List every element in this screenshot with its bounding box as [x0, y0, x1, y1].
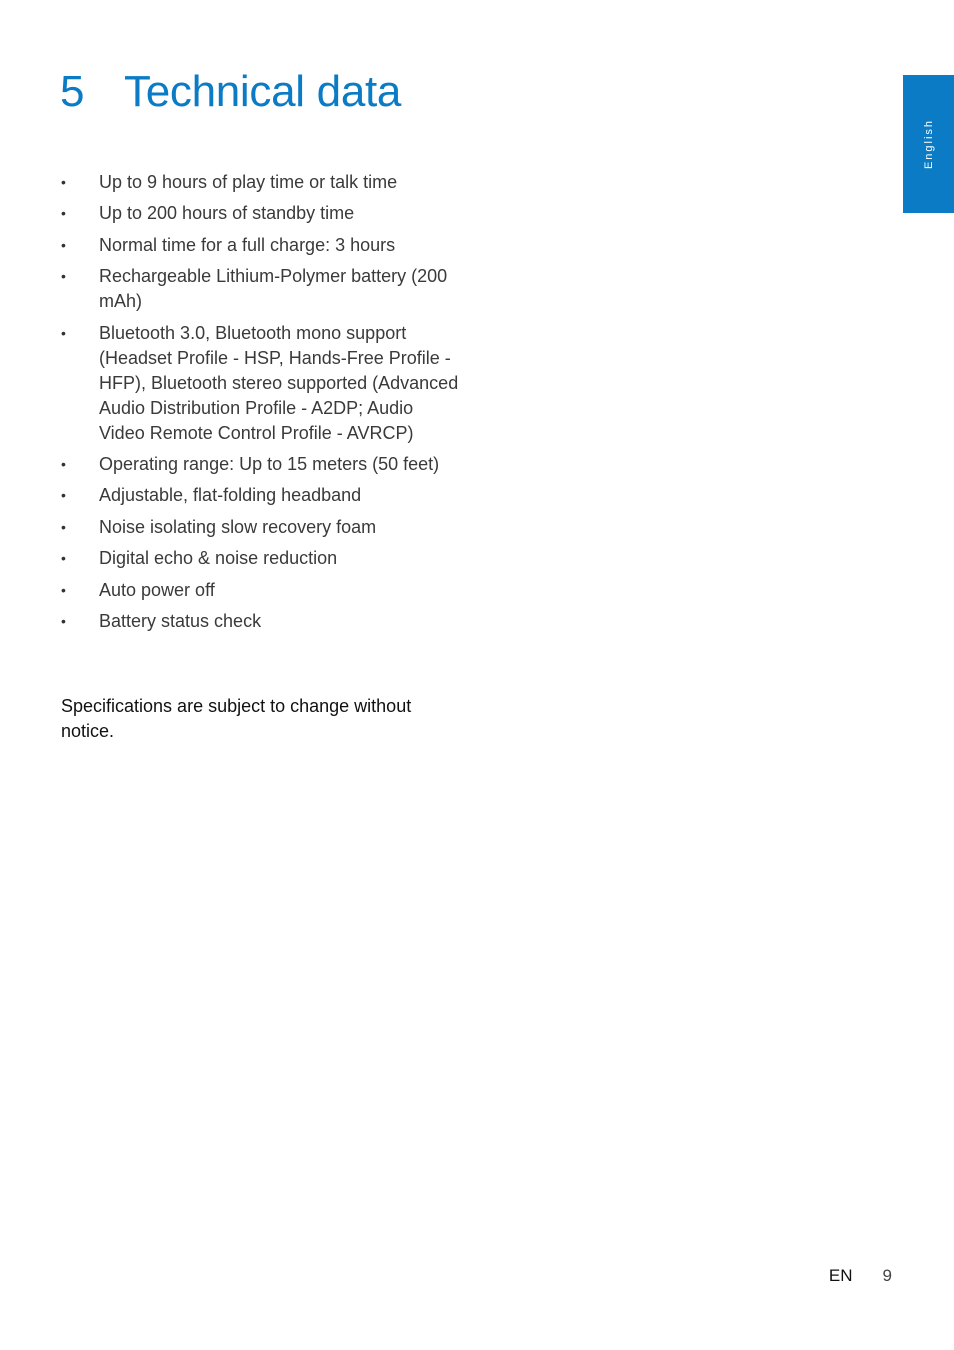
spec-text: Rechargeable Lithium-Polymer battery (20… [99, 266, 448, 312]
spec-text: Noise isolating slow recovery foam [99, 516, 377, 537]
spec-text: Up to 9 hours of play time or talk time [99, 172, 398, 192]
spec-text: Digital echo & noise reduction [99, 548, 338, 569]
bullet-icon: • [61, 518, 66, 535]
language-tab-label: English [922, 118, 935, 170]
list-item: • Rechargeable Lithium-Polymer battery (2… [61, 264, 461, 314]
language-tab: English [903, 75, 954, 213]
bullet-icon: • [61, 550, 66, 567]
bullet-icon: • [61, 236, 66, 253]
spec-text: Normal time for a full charge: 3 hours [99, 234, 396, 255]
spec-text: Battery status check [99, 610, 262, 631]
list-item: • Battery status check [61, 609, 461, 634]
page-footer: EN 9 [829, 1266, 892, 1286]
list-item: • Operating range: Up to 15 meters (50 fe… [61, 452, 461, 477]
bullet-icon: • [61, 205, 66, 222]
list-item: • Bluetooth 3.0, Bluetooth mono support (… [61, 321, 461, 446]
spec-text: Up to 200 hours of standby time [99, 203, 355, 224]
footer-language-code: EN [828, 1266, 853, 1285]
spec-text: Auto power off [99, 579, 215, 600]
list-item: • Adjustable, flat-folding headband [61, 483, 461, 508]
bullet-icon: • [61, 324, 66, 341]
list-item: • Auto power off [61, 578, 461, 603]
spec-text: Bluetooth 3.0, Bluetooth mono support (H… [99, 322, 459, 443]
bullet-icon: • [61, 455, 66, 472]
bullet-icon: • [61, 487, 66, 504]
spec-text: Operating range: Up to 15 meters (50 fee… [99, 453, 440, 474]
list-item: • Noise isolating slow recovery foam [61, 515, 461, 540]
bullet-icon: • [61, 268, 66, 285]
bullet-icon: • [61, 581, 66, 598]
list-item: • Up to 200 hours of standby time [61, 201, 461, 226]
bullet-icon: • [61, 174, 66, 190]
spec-text: Adjustable, flat-folding headband [99, 485, 362, 506]
list-item: • Digital echo & noise reduction [61, 546, 461, 571]
page-title: 5 Technical data [60, 62, 401, 122]
list-item: • Up to 9 hours of play time or talk time [61, 170, 461, 195]
section-title: Technical data [124, 67, 402, 116]
bullet-icon: • [61, 612, 66, 629]
specifications-note: Specifications are subject to change wit… [61, 696, 412, 741]
page-number: 9 [882, 1266, 892, 1285]
spec-list: • Up to 9 hours of play time or talk time… [61, 170, 461, 640]
list-item: • Normal time for a full charge: 3 hours [61, 233, 461, 258]
section-number: 5 [60, 67, 85, 116]
